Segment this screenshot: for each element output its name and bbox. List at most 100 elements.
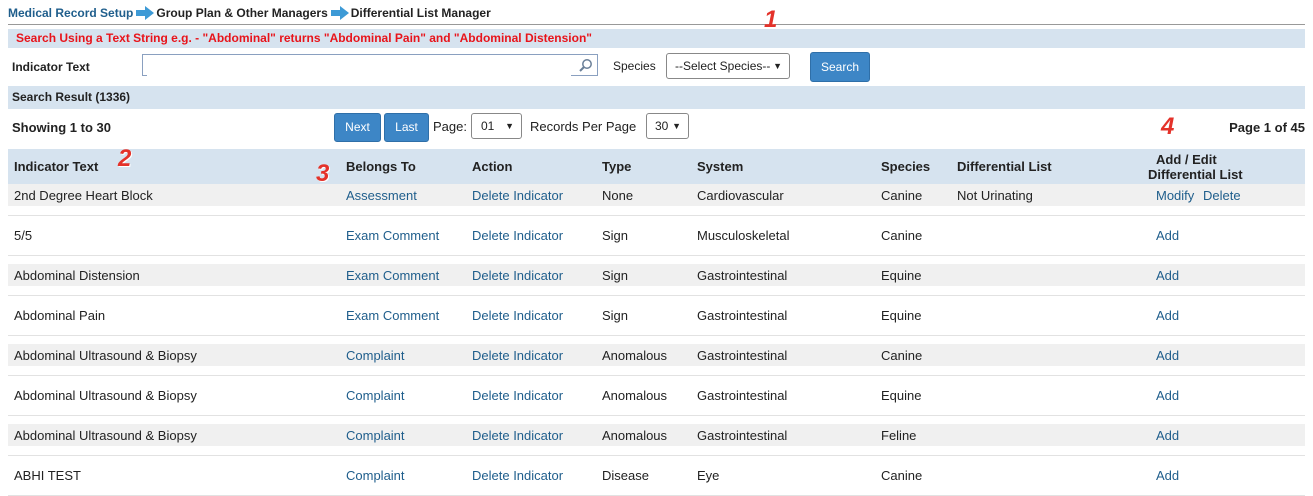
search-result-header: Search Result (1336) <box>8 86 1305 109</box>
header-indicator-text: Indicator Text <box>14 159 99 174</box>
records-per-page-label: Records Per Page <box>530 119 637 134</box>
cell-system: Eye <box>697 468 720 483</box>
table-row: Abdominal Pain Exam Comment Delete Indic… <box>8 296 1305 336</box>
cell-indicator: Abdominal Ultrasound & Biopsy <box>14 388 197 403</box>
add-differential-link[interactable]: Add <box>1156 428 1179 443</box>
table-row: ABHI TEST Complaint Delete Indicator Dis… <box>8 456 1305 496</box>
arrow-right-icon <box>136 6 155 20</box>
delete-indicator-link[interactable]: Delete Indicator <box>472 308 563 323</box>
table-row: Abdominal Ultrasound & Biopsy Complaint … <box>8 416 1305 456</box>
add-differential-link[interactable]: Add <box>1156 348 1179 363</box>
indicator-text-label: Indicator Text <box>12 60 90 74</box>
cell-type: Anomalous <box>602 388 668 403</box>
rpp-selected-value: 30 <box>655 119 669 133</box>
header-add-edit: Add / Edit Differential List <box>1148 152 1243 182</box>
add-differential-link[interactable]: Add <box>1156 468 1179 483</box>
annotation-3: 3 <box>316 160 330 187</box>
header-system: System <box>697 159 744 174</box>
cell-belongs-link[interactable]: Assessment <box>346 188 417 203</box>
cell-system: Cardiovascular <box>697 188 784 203</box>
add-differential-link[interactable]: Add <box>1156 388 1179 403</box>
species-select[interactable]: --Select Species-- ▼ <box>666 53 790 79</box>
cell-type: Sign <box>602 228 629 243</box>
cell-system: Gastrointestinal <box>697 428 788 443</box>
cell-belongs-link[interactable]: Complaint <box>346 428 405 443</box>
cell-belongs-link[interactable]: Exam Comment <box>346 268 439 283</box>
cell-species: Feline <box>881 428 917 443</box>
table-body: 2nd Degree Heart Block Assessment Delete… <box>8 184 1305 496</box>
delete-indicator-link[interactable]: Delete Indicator <box>472 228 563 243</box>
header-add-edit-line2: Differential List <box>1148 167 1243 182</box>
search-form: Indicator Text Species --Select Species-… <box>8 52 1305 82</box>
breadcrumb-group-plan[interactable]: Group Plan & Other Managers <box>156 6 327 20</box>
records-per-page-select[interactable]: 30 ▼ <box>646 113 689 139</box>
cell-belongs-link[interactable]: Complaint <box>346 388 405 403</box>
breadcrumb-differential-list-manager: Differential List Manager <box>350 6 491 20</box>
cell-indicator: 2nd Degree Heart Block <box>14 188 153 203</box>
cell-indicator: Abdominal Ultrasound & Biopsy <box>14 428 197 443</box>
cell-indicator: 5/5 <box>14 228 33 243</box>
chevron-down-icon: ▼ <box>505 121 514 131</box>
cell-type: Sign <box>602 308 629 323</box>
delete-indicator-link[interactable]: Delete Indicator <box>472 388 563 403</box>
last-button[interactable]: Last <box>384 113 429 142</box>
delete-differential-link[interactable]: Delete <box>1203 188 1241 203</box>
chevron-down-icon: ▼ <box>773 61 782 71</box>
cell-indicator: Abdominal Pain <box>14 308 106 323</box>
cell-belongs-link[interactable]: Complaint <box>346 468 405 483</box>
cell-species: Canine <box>881 228 923 243</box>
annotation-4: 4 <box>1161 113 1175 140</box>
add-differential-link[interactable]: Add <box>1156 308 1179 323</box>
arrow-right-icon <box>330 6 349 20</box>
indicator-search-box[interactable] <box>142 54 598 76</box>
table-row: Abdominal Distension Exam Comment Delete… <box>8 256 1305 296</box>
add-differential-link[interactable]: Add <box>1156 228 1179 243</box>
cell-system: Gastrointestinal <box>697 348 788 363</box>
cell-belongs-link[interactable]: Exam Comment <box>346 308 439 323</box>
showing-range: Showing 1 to 30 <box>12 120 111 135</box>
cell-species: Equine <box>881 308 922 323</box>
cell-indicator: ABHI TEST <box>14 468 81 483</box>
cell-belongs-link[interactable]: Complaint <box>346 348 405 363</box>
page-info: Page 1 of 45 <box>1229 120 1305 135</box>
header-differential-list: Differential List <box>957 159 1052 174</box>
cell-type: None <box>602 188 634 203</box>
delete-indicator-link[interactable]: Delete Indicator <box>472 428 563 443</box>
page-label: Page: <box>433 119 467 134</box>
cell-species: Canine <box>881 188 923 203</box>
cell-species: Equine <box>881 388 922 403</box>
cell-indicator: Abdominal Ultrasound & Biopsy <box>14 348 197 363</box>
breadcrumb-medical-record-setup[interactable]: Medical Record Setup <box>8 6 133 20</box>
cell-indicator: Abdominal Distension <box>14 268 140 283</box>
delete-indicator-link[interactable]: Delete Indicator <box>472 468 563 483</box>
cell-species: Canine <box>881 348 923 363</box>
cell-differential: Not Urinating <box>957 188 1033 203</box>
search-icon[interactable] <box>579 58 593 75</box>
delete-indicator-link[interactable]: Delete Indicator <box>472 268 563 283</box>
table-row: Abdominal Ultrasound & Biopsy Complaint … <box>8 376 1305 416</box>
delete-indicator-link[interactable]: Delete Indicator <box>472 188 563 203</box>
header-species: Species <box>881 159 931 174</box>
page-select[interactable]: 01 ▼ <box>471 113 522 139</box>
search-notice: Search Using a Text String e.g. - "Abdom… <box>8 29 1305 48</box>
delete-indicator-link[interactable]: Delete Indicator <box>472 348 563 363</box>
next-button[interactable]: Next <box>334 113 381 142</box>
indicator-text-input[interactable] <box>147 56 571 76</box>
divider <box>8 24 1305 25</box>
cell-system: Gastrointestinal <box>697 308 788 323</box>
modify-link[interactable]: Modify <box>1156 188 1194 203</box>
page-selected-value: 01 <box>481 119 495 133</box>
breadcrumb: Medical Record Setup Group Plan & Other … <box>8 6 491 20</box>
cell-species: Canine <box>881 468 923 483</box>
search-button[interactable]: Search <box>810 52 870 82</box>
cell-system: Gastrointestinal <box>697 388 788 403</box>
annotation-2: 2 <box>118 145 132 172</box>
annotation-1: 1 <box>764 6 778 33</box>
cell-system: Gastrointestinal <box>697 268 788 283</box>
table-row: 2nd Degree Heart Block Assessment Delete… <box>8 184 1305 216</box>
add-differential-link[interactable]: Add <box>1156 268 1179 283</box>
species-label: Species <box>613 59 656 73</box>
cell-type: Disease <box>602 468 649 483</box>
header-add-edit-line1: Add / Edit <box>1156 152 1217 167</box>
cell-belongs-link[interactable]: Exam Comment <box>346 228 439 243</box>
